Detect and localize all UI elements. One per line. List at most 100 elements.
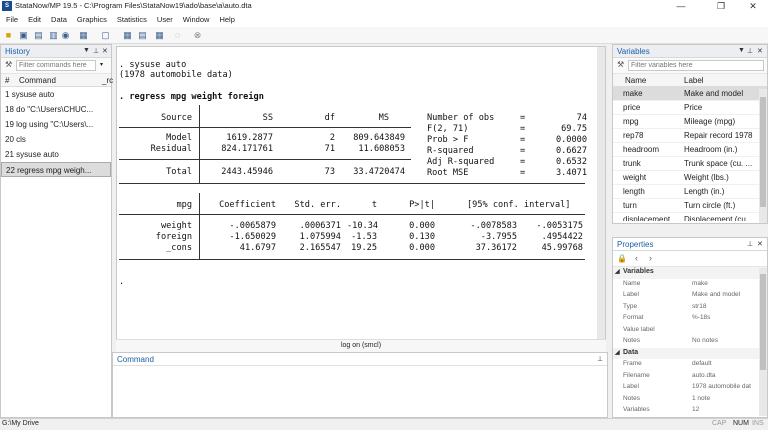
menu-bar: File Edit Data Graphics Statistics User Window…: [0, 12, 768, 27]
close-icon[interactable]: ✕: [102, 47, 108, 55]
stat-equals: =: [520, 113, 526, 123]
coef-p: 0.000: [409, 243, 435, 253]
menu-graphics[interactable]: Graphics: [77, 12, 107, 24]
col-num[interactable]: #: [5, 76, 9, 85]
menu-user[interactable]: User: [157, 12, 173, 24]
coef-se: .0006371: [299, 221, 341, 231]
pane-options-icon[interactable]: ▼: [83, 47, 90, 54]
coef-hdr-coefficient: Coefficient: [219, 200, 276, 210]
variable-row[interactable]: length Length (in.): [613, 185, 767, 199]
anova-residual-ss: 824.171761: [221, 144, 273, 154]
variable-row[interactable]: headroom Headroom (in.): [613, 143, 767, 157]
graph-icon[interactable]: ▦: [78, 30, 89, 41]
history-filter-input[interactable]: [16, 60, 96, 71]
properties-variable-list: Name make Label Make and model Type str18 Form…: [613, 279, 767, 348]
print-icon[interactable]: ▤: [33, 30, 44, 41]
variable-row[interactable]: displacement Displacement (cu...: [613, 213, 767, 221]
stat-label: F(2, 71): [427, 124, 469, 134]
property-row[interactable]: Filename auto.dta: [613, 371, 767, 383]
history-item[interactable]: 22 regress mpg weigh...: [1, 162, 111, 177]
filter-dropdown-icon[interactable]: ▾: [100, 61, 103, 68]
command-input[interactable]: [115, 368, 603, 416]
menu-edit[interactable]: Edit: [28, 12, 41, 24]
history-title: History: [5, 47, 30, 56]
property-row[interactable]: Label Make and model: [613, 290, 767, 302]
property-row[interactable]: Name make: [613, 279, 767, 291]
col-command[interactable]: Command: [19, 76, 56, 85]
command-title: Command: [117, 355, 154, 364]
property-row[interactable]: Notes 1 note: [613, 394, 767, 406]
history-item[interactable]: 1 sysuse auto: [1, 87, 111, 102]
property-row[interactable]: Value label: [613, 325, 767, 337]
menu-help[interactable]: Help: [219, 12, 234, 24]
variable-row[interactable]: turn Turn circle (ft.): [613, 199, 767, 213]
property-row[interactable]: Label 1978 automobile dat: [613, 382, 767, 394]
maximize-button[interactable]: ❐: [706, 0, 736, 12]
results-scrollbar[interactable]: [597, 47, 605, 339]
more-icon[interactable]: ◌: [172, 30, 183, 41]
history-item[interactable]: 20 cls: [1, 132, 111, 147]
variable-row[interactable]: trunk Trunk space (cu. ...: [613, 157, 767, 171]
variable-row[interactable]: weight Weight (lbs.): [613, 171, 767, 185]
log-status: log on (smcl): [340, 342, 382, 349]
scrollbar-thumb[interactable]: [760, 97, 766, 207]
divider: [119, 159, 411, 160]
variable-row[interactable]: rep78 Repair record 1978: [613, 129, 767, 143]
close-window-button[interactable]: ✕: [738, 0, 768, 12]
dofile-editor-icon[interactable]: ▢: [100, 30, 111, 41]
variable-row[interactable]: make Make and model: [613, 87, 767, 101]
log-icon[interactable]: ▥: [48, 30, 59, 41]
data-editor-edit-icon[interactable]: ▦: [122, 30, 133, 41]
coef-ci-lo: -.0078583: [470, 221, 517, 231]
pin-icon[interactable]: ⊥: [597, 355, 603, 363]
close-icon[interactable]: ✕: [757, 240, 763, 248]
history-item[interactable]: 19 log using "C:\Users\...: [1, 117, 111, 132]
pin-icon[interactable]: ⊥: [93, 47, 99, 55]
properties-scrollbar[interactable]: [759, 268, 767, 416]
stat-value: 0.6532: [555, 157, 587, 167]
data-browser-icon[interactable]: ▤: [137, 30, 148, 41]
break-icon[interactable]: ⊗: [192, 30, 203, 41]
coef-t: -1.53: [351, 232, 377, 242]
property-value: make: [692, 279, 708, 287]
variables-filter-input[interactable]: [628, 60, 764, 71]
property-row[interactable]: Type str18: [613, 302, 767, 314]
history-item[interactable]: 21 sysuse auto: [1, 147, 111, 162]
col-label[interactable]: Label: [684, 76, 704, 85]
save-icon[interactable]: ▣: [18, 30, 29, 41]
viewer-icon[interactable]: ◉: [60, 30, 71, 41]
pin-icon[interactable]: ⊥: [747, 47, 753, 55]
open-folder-icon[interactable]: ■: [3, 30, 14, 41]
property-row[interactable]: Variables 12: [613, 405, 767, 417]
variables-manager-icon[interactable]: ▦: [154, 30, 165, 41]
col-name[interactable]: Name: [625, 76, 646, 85]
command-pane: Command ⊥: [112, 352, 608, 418]
variables-scrollbar[interactable]: [759, 89, 767, 223]
minimize-button[interactable]: —: [666, 0, 696, 12]
menu-data[interactable]: Data: [51, 12, 67, 24]
pin-icon[interactable]: ⊥: [747, 240, 753, 248]
scrollbar-thumb[interactable]: [760, 274, 766, 370]
properties-section-variables[interactable]: ◢ Variables: [613, 267, 767, 279]
menu-file[interactable]: File: [6, 12, 18, 24]
property-row[interactable]: Format %-18s: [613, 313, 767, 325]
pane-options-icon[interactable]: ▼: [738, 47, 745, 54]
back-icon[interactable]: ‹: [635, 253, 638, 263]
ins-indicator: INS: [752, 420, 764, 427]
properties-section-data[interactable]: ◢ Data: [613, 347, 767, 359]
variable-row[interactable]: price Price: [613, 101, 767, 115]
variable-name: length: [623, 187, 645, 196]
variable-row[interactable]: mpg Mileage (mpg): [613, 115, 767, 129]
property-row[interactable]: Frame default: [613, 359, 767, 371]
close-icon[interactable]: ✕: [757, 47, 763, 55]
forward-icon[interactable]: ›: [649, 253, 652, 263]
menu-statistics[interactable]: Statistics: [117, 12, 147, 24]
wrench-icon[interactable]: ⚒: [5, 60, 12, 69]
history-item[interactable]: 18 do "C:\Users\CHUC...: [1, 102, 111, 117]
menu-window[interactable]: Window: [183, 12, 210, 24]
lock-icon[interactable]: 🔒: [617, 254, 627, 263]
col-rc[interactable]: _rc: [102, 76, 113, 85]
wrench-icon[interactable]: ⚒: [617, 60, 624, 69]
property-row[interactable]: Notes No notes: [613, 336, 767, 348]
property-key: Notes: [623, 394, 640, 402]
